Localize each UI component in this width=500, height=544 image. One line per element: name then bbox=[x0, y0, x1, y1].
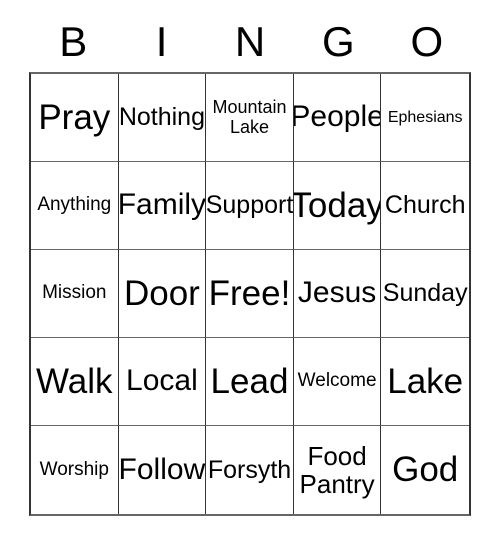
bingo-cell-label: Anything bbox=[37, 194, 112, 216]
bingo-cell[interactable]: Nothing bbox=[118, 74, 207, 162]
bingo-cell[interactable]: Lake bbox=[381, 338, 469, 426]
bingo-cell-label: Mission bbox=[42, 282, 107, 304]
bingo-cell[interactable]: Door bbox=[118, 250, 207, 338]
bingo-cell[interactable]: People bbox=[293, 74, 382, 162]
bingo-cell[interactable]: Mission bbox=[31, 250, 119, 338]
bingo-cell[interactable]: Lead bbox=[206, 338, 294, 426]
bingo-cell-label: Forsyth bbox=[207, 455, 292, 484]
bingo-cell-label: Walk bbox=[36, 361, 113, 401]
bingo-cell[interactable]: Jesus bbox=[293, 250, 382, 338]
bingo-cell-label: Free! bbox=[208, 273, 291, 313]
bingo-cell-label: Lake bbox=[387, 361, 464, 401]
bingo-cell-label: Family bbox=[118, 188, 207, 222]
bingo-cell[interactable]: Walk bbox=[31, 338, 119, 426]
bingo-cell[interactable]: Ephesians bbox=[381, 74, 469, 162]
bingo-cell-label: Door bbox=[123, 273, 200, 313]
bingo-cell-label: Welcome bbox=[297, 370, 377, 392]
bingo-cell[interactable]: Today bbox=[293, 162, 382, 250]
header-letter-o: O bbox=[410, 18, 444, 65]
bingo-cell[interactable]: Welcome bbox=[293, 338, 382, 426]
bingo-header: B I N G O bbox=[29, 12, 471, 72]
bingo-cell-label: People bbox=[293, 100, 382, 134]
header-letter-b: B bbox=[59, 18, 88, 65]
bingo-cell-label: Today bbox=[293, 185, 382, 225]
bingo-cell-label: God bbox=[392, 450, 459, 490]
bingo-cell[interactable]: Family bbox=[118, 162, 207, 250]
bingo-cell[interactable]: Pray bbox=[31, 74, 119, 162]
bingo-cell[interactable]: Church bbox=[381, 162, 469, 250]
header-letter-g: G bbox=[322, 18, 355, 65]
bingo-cell-label: Worship bbox=[39, 458, 109, 480]
bingo-grid: Pray Nothing Mountain Lake People Ephesians A… bbox=[29, 72, 471, 516]
bingo-card: B I N G O Pray Nothing Mountain Lake People… bbox=[29, 12, 471, 517]
bingo-cell[interactable]: Follow bbox=[118, 426, 207, 514]
bingo-cell[interactable]: Worship bbox=[31, 426, 119, 514]
bingo-cell[interactable]: Mountain Lake bbox=[206, 74, 294, 162]
bingo-cell-label: Church bbox=[384, 191, 466, 219]
bingo-cell-label: Follow bbox=[118, 452, 206, 486]
bingo-cell-label: Support bbox=[206, 191, 294, 219]
bingo-cell[interactable]: Local bbox=[118, 338, 207, 426]
bingo-cell[interactable]: Support bbox=[206, 162, 294, 250]
header-letter-n: N bbox=[234, 18, 266, 65]
bingo-cell[interactable]: Free! bbox=[206, 250, 294, 338]
bingo-cell[interactable]: Sunday bbox=[381, 250, 469, 338]
bingo-cell-label: Local bbox=[126, 364, 198, 398]
bingo-cell-label: Pray bbox=[38, 97, 111, 137]
bingo-cell[interactable]: Anything bbox=[31, 162, 119, 250]
bingo-cell-label: Food Pantry bbox=[299, 440, 375, 499]
bingo-cell[interactable]: Food Pantry bbox=[293, 426, 382, 514]
bingo-cell[interactable]: God bbox=[381, 426, 469, 514]
bingo-cell[interactable]: Forsyth bbox=[206, 426, 294, 514]
bingo-cell-label: Nothing bbox=[118, 103, 205, 131]
bingo-cell-label: Lead bbox=[210, 361, 289, 401]
header-letter-i: I bbox=[155, 18, 168, 65]
bingo-cell-label: Mountain Lake bbox=[212, 97, 287, 137]
bingo-cell-label: Ephesians bbox=[387, 108, 463, 126]
bingo-cell-label: Jesus bbox=[297, 276, 377, 310]
bingo-cell-label: Sunday bbox=[382, 279, 468, 307]
